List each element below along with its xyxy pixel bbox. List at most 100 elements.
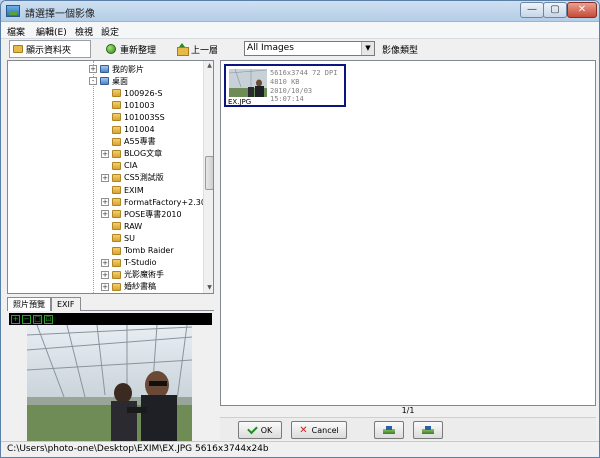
folder-icon [112,258,121,267]
actual-size-icon[interactable]: ⊡ [44,314,53,324]
app-icon [6,5,20,17]
tree-item[interactable]: + 我的影片 [89,63,144,75]
page-indicator: 1/1 [401,406,415,415]
tree-item-label: 101003SS [124,112,165,122]
folder-tree[interactable]: + 我的影片 - 桌面 100926-S 101003 101003SS 101004 A55專… [7,60,214,294]
tree-item[interactable]: EXIM [101,184,144,196]
expand-icon[interactable]: + [101,149,109,158]
tree-item[interactable]: + 光影魔術手 [101,269,164,281]
expand-icon[interactable]: + [101,173,109,182]
file-list[interactable]: 5616x3744 72 DPI 4810 KB 2010/10/03 15:0… [220,60,596,406]
scroll-down-icon[interactable]: ▼ [205,283,213,293]
file-thumbnail[interactable]: 5616x3744 72 DPI 4810 KB 2010/10/03 15:0… [224,64,346,107]
maximize-button[interactable]: ▢ [543,2,567,18]
cancel-button[interactable]: ✕ Cancel [291,421,347,439]
tree-item[interactable]: SU [101,232,135,244]
tab-exif[interactable]: EXIF [51,297,81,311]
folder-icon [112,186,121,194]
folder-icon [112,282,121,291]
tree-item[interactable]: + CS5測試版 [101,172,164,184]
image-type-select[interactable]: All Images ▼ [244,41,375,56]
expand-icon[interactable]: + [101,282,109,291]
tree-item[interactable]: CIA [101,160,137,172]
expand-icon[interactable]: + [101,258,109,267]
toolbar: 顯示資料夾 重新整理 上一層 All Images ▼ 影像類型 [1,39,599,59]
zoom-in-icon[interactable]: + [11,314,20,324]
menu-edit[interactable]: 編輯(E) [36,25,67,38]
tree-item[interactable]: 100926-S [101,87,163,99]
rotate-left-button[interactable] [374,421,404,439]
close-button[interactable]: ✕ [567,2,597,18]
tree-item[interactable]: RAW [101,220,142,232]
tree-item[interactable]: 101003 [101,99,155,111]
chevron-down-icon[interactable]: ▼ [361,42,374,55]
tree-item-label: SU [124,233,135,243]
tree-item-label: POSE專書2010 [124,209,182,219]
tree-item[interactable]: + BLOG文章 [101,148,162,160]
expand-icon[interactable]: + [89,65,97,73]
image-type-value: All Images [247,43,294,53]
menu-settings[interactable]: 設定 [101,25,119,38]
tree-item[interactable]: + FormatFactory+2.30 [101,196,206,208]
ok-label: OK [260,425,273,435]
tree-item-label: 101004 [124,125,155,134]
action-bar: OK ✕ Cancel [220,417,596,440]
check-icon [246,423,258,434]
folder-icon [112,89,121,98]
folder-icon [100,77,109,86]
thumbnail-filename: EX.JPG [228,98,252,106]
folder-icon [100,65,109,73]
fit-window-icon[interactable]: □ [33,314,42,324]
dialog-window: 請選擇一個影像 — ▢ ✕ 檔案 編輯(E) 檢視 設定 顯示資料夾 重新整理 … [0,0,600,458]
tree-scrollbar[interactable]: ▲ ▼ [203,61,213,293]
preview-toolbar: + − □ ⊡ [9,313,212,325]
preview-photo [27,325,192,442]
folder-icon [112,210,121,219]
folder-icon [112,222,121,231]
thumbnail-date: 2010/10/03 15:07:14 [270,87,313,103]
menu-file[interactable]: 檔案 [7,25,25,38]
preview-tabs: 照片預覽 EXIF [7,297,214,311]
folder-icon [112,246,121,255]
menu-view[interactable]: 檢視 [75,25,93,38]
folder-icon [112,101,121,110]
tree-item-label: EXIM [124,185,144,195]
expand-icon[interactable]: + [101,210,109,219]
folder-icon [112,137,121,146]
tree-item[interactable]: - 桌面 [89,75,128,87]
tree-item[interactable]: + 婚紗書稿 [101,281,156,293]
tree-item-label: FormatFactory+2.30 [124,197,206,207]
zoom-out-icon[interactable]: − [22,314,31,324]
tree-item[interactable]: + POSE專書2010 [101,208,182,220]
title-bar[interactable]: 請選擇一個影像 — ▢ ✕ [1,1,599,22]
tab-photo-preview[interactable]: 照片預覽 [7,297,51,311]
rotate-right-button[interactable] [413,421,443,439]
tree-item[interactable]: + T-Studio [101,257,157,269]
tree-item-label: 光影魔術手 [124,270,164,280]
up-folder-icon [177,43,189,56]
tree-item-label: A55專書 [124,137,156,147]
folder-icon [112,149,121,158]
folder-icon [112,113,121,122]
tree-item[interactable]: 101004 [101,124,155,136]
tree-item[interactable]: A55專書 [101,136,156,148]
thumbnail-filesize: 4810 KB [270,78,300,86]
scroll-up-icon[interactable]: ▲ [205,61,213,71]
refresh-button[interactable]: 重新整理 [106,40,156,58]
tree-scroll-thumb[interactable] [205,156,213,190]
tree-item-label: CIA [124,161,138,171]
show-folder-toggle[interactable]: 顯示資料夾 [9,40,91,58]
folder-icon [112,198,121,207]
up-level-button[interactable]: 上一層 [177,40,218,58]
expand-icon[interactable]: + [101,270,109,279]
status-bar: C:\Users\photo-one\Desktop\EXIM\EX.JPG 5… [1,441,599,457]
tree-item[interactable]: 101003SS [101,111,165,123]
collapse-icon[interactable]: - [89,77,97,86]
cancel-label: Cancel [311,425,339,435]
expand-icon[interactable]: + [101,198,109,207]
tree-item[interactable]: Tomb Raider [101,245,174,257]
ok-button[interactable]: OK [238,421,282,439]
minimize-button[interactable]: — [520,2,544,18]
